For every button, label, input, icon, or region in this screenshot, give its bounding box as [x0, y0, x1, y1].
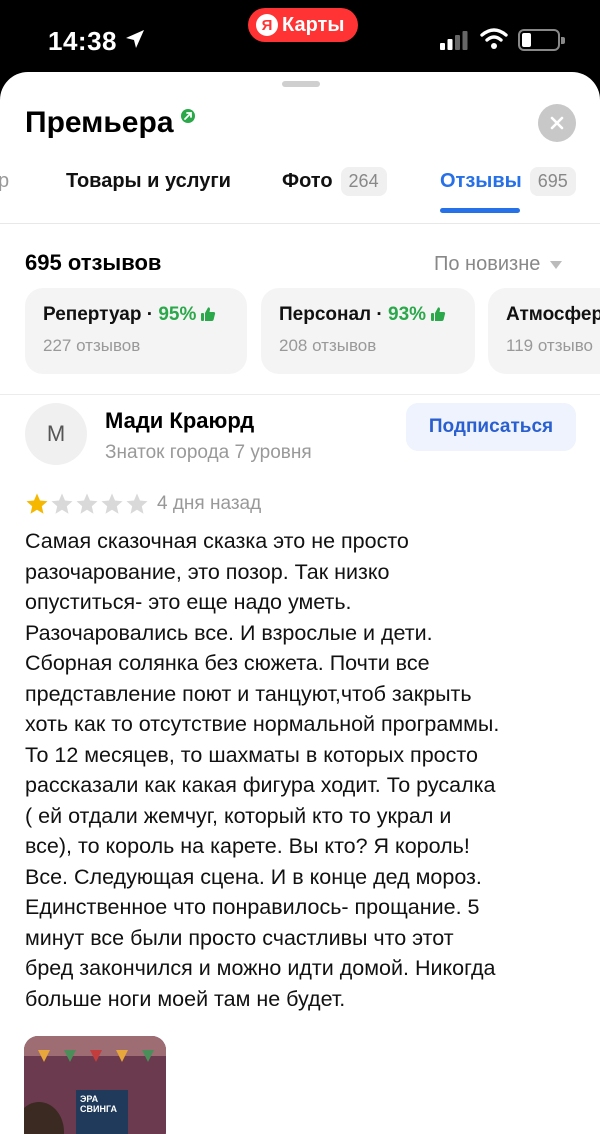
photo-garland-flag	[64, 1050, 76, 1062]
place-title: Премьера	[25, 106, 174, 139]
review-photo[interactable]: ЭРА СВИНГА	[24, 1036, 166, 1134]
review-text-line: больше ноги моей там не будет.	[25, 986, 346, 1011]
battery-icon	[518, 29, 565, 51]
aspect-name: Атмосфер	[506, 304, 600, 325]
aspect-name: Персонал	[279, 304, 372, 325]
aspect-name: Репертуар	[43, 304, 142, 325]
section-divider	[0, 394, 600, 395]
star-empty-icon	[126, 493, 148, 514]
reviews-total: 695 отзывов	[25, 250, 162, 275]
subscribe-button[interactable]: Подписаться	[406, 403, 576, 451]
star-empty-icon	[101, 493, 123, 514]
close-button[interactable]	[538, 104, 576, 142]
review-text-line: Сборная солянка без сюжета. Почти все	[25, 651, 430, 675]
tab-bar: р Товары и услуги Фото 264 Отзывы 695	[0, 164, 600, 224]
review-text-line: бред закончился и можно идти домой. Нико…	[25, 956, 496, 980]
tab-photos[interactable]: Фото 264	[282, 164, 387, 224]
wifi-icon	[480, 28, 508, 49]
review-text-line: представление поют и танцуют,чтоб закрыт…	[25, 681, 472, 706]
tab-partial-left[interactable]: р	[0, 164, 9, 224]
sort-dropdown[interactable]: По новизне	[434, 253, 563, 276]
sort-label: По новизне	[434, 253, 541, 275]
review-text[interactable]: Самая сказочная сказка это не просто разо…	[25, 526, 585, 1014]
review-aspects: Репертуар · 95% 227 отзывов Персонал · 9…	[0, 288, 600, 376]
aspect-percent: 95%	[158, 304, 197, 325]
caret-down-icon	[550, 260, 563, 269]
status-bar: 14:38 Я Карты	[0, 0, 600, 80]
review-text-line: опуститься- это еще надо уметь.	[25, 590, 352, 614]
review-author-level: Знаток города 7 уровня	[105, 442, 312, 463]
star-filled-icon	[26, 493, 48, 514]
photo-garland-flag	[142, 1050, 154, 1062]
tab-count-badge: 695	[529, 167, 576, 196]
star-empty-icon	[51, 493, 73, 514]
review-text-line: хоть как то отсутствие нормальной програ…	[25, 712, 500, 736]
star-empty-icon	[76, 493, 98, 514]
verified-badge-icon	[181, 109, 195, 123]
app-return-label: Карты	[282, 13, 345, 36]
cellular-signal-icon	[440, 31, 468, 50]
app-return-badge[interactable]: Я Карты	[248, 8, 359, 42]
review-text-line: ( ей отдали жемчуг, который кто то украл…	[25, 803, 452, 828]
yandex-logo-icon: Я	[256, 14, 278, 36]
photo-garland-flag	[38, 1050, 50, 1062]
tab-count-badge: 264	[340, 167, 387, 196]
tab-reviews[interactable]: Отзывы 695	[440, 164, 576, 224]
sheet-grabber[interactable]	[282, 81, 320, 87]
review-text-line: все), то король на карете. Вы кто? Я кор…	[25, 834, 470, 858]
review-text-line: минут все были просто счастливы что этот	[25, 925, 454, 950]
photo-person	[24, 1102, 64, 1134]
thumbs-up-icon	[431, 307, 446, 321]
tab-label: р	[0, 170, 10, 192]
active-tab-indicator	[440, 208, 520, 213]
tab-label: Товары и услуги	[66, 170, 231, 192]
aspect-percent: 93%	[388, 304, 427, 325]
photo-poster: ЭРА СВИНГА	[76, 1090, 128, 1134]
review-text-line: Разочаровались все. И взрослые и дети.	[25, 620, 433, 645]
location-arrow-icon	[126, 30, 144, 48]
place-card-sheet: Премьера р Товары и услуги Фото 264 Отзы…	[0, 72, 600, 1134]
tab-goods-services[interactable]: Товары и услуги	[66, 164, 231, 224]
review-author-name[interactable]: Мади Краюрд	[105, 408, 254, 434]
review-text-line: То 12 месяцев, то шахматы в которых прос…	[25, 742, 478, 767]
thumbs-up-icon	[201, 307, 216, 321]
photo-garland-flag	[116, 1050, 128, 1062]
aspect-chip-atmosphere[interactable]: Атмосфер 119 отзыво	[488, 288, 600, 374]
aspect-count: 119 отзыво	[506, 336, 594, 355]
aspect-count: 208 отзывов	[279, 336, 377, 355]
aspect-chip-staff[interactable]: Персонал · 93% 208 отзывов	[261, 288, 475, 374]
review-text-line: Все. Следующая сцена. И в конце дед моро…	[25, 864, 482, 889]
photo-garland-flag	[90, 1050, 102, 1062]
review-text-line: разочарование, это позор. Так низко	[25, 559, 390, 584]
aspect-count: 227 отзывов	[43, 336, 141, 355]
review-text-line: Единственное что понравилось- прощание. …	[25, 895, 480, 919]
aspect-chip-repertoire[interactable]: Репертуар · 95% 227 отзывов	[25, 288, 247, 374]
tab-label: Отзывы	[440, 170, 522, 192]
avatar[interactable]: М	[25, 403, 87, 465]
aspect-separator: ·	[371, 304, 389, 325]
review-date: 4 дня назад	[157, 493, 262, 514]
close-icon	[550, 116, 564, 130]
review-text-line: рассказали как какая фигура ходит. То ру…	[25, 773, 496, 797]
status-time: 14:38	[48, 26, 117, 56]
rating-stars	[25, 492, 150, 516]
tab-label: Фото	[282, 170, 333, 192]
aspect-separator: ·	[141, 304, 159, 325]
review-text-line: Самая сказочная сказка это не просто	[25, 529, 409, 553]
